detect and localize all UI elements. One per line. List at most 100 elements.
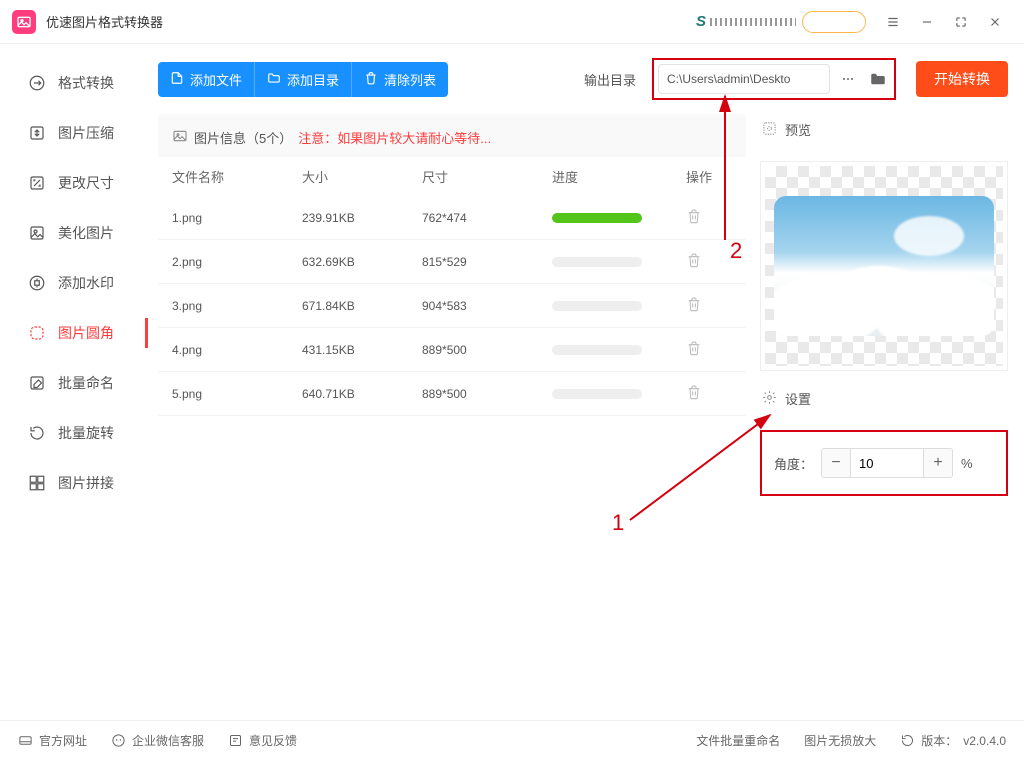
round-corner-icon: [28, 324, 46, 342]
cell-name: 2.png: [172, 255, 302, 269]
browse-folder-button[interactable]: [866, 67, 890, 91]
output-path-input[interactable]: [658, 64, 830, 94]
sidebar-item-beautify[interactable]: 美化图片: [0, 208, 148, 258]
cell-op: [682, 252, 732, 271]
col-dim: 尺寸: [422, 167, 552, 186]
close-button[interactable]: [978, 5, 1012, 39]
toolbar: 添加文件 添加目录 清除列表 输出目录 开始转换: [158, 58, 1008, 100]
angle-increment[interactable]: +: [924, 449, 952, 477]
sidebar-item-watermark[interactable]: 添加水印: [0, 258, 148, 308]
sidebar-label: 图片圆角: [58, 323, 114, 343]
col-name: 文件名称: [172, 167, 302, 186]
angle-input[interactable]: [850, 449, 924, 477]
sidebar-item-resize[interactable]: 更改尺寸: [0, 158, 148, 208]
image-icon: [172, 128, 188, 147]
delete-icon[interactable]: [686, 296, 702, 312]
angle-stepper: − +: [821, 448, 953, 478]
file-icon: [170, 71, 184, 88]
app-title: 优速图片格式转换器: [46, 12, 163, 31]
delete-icon[interactable]: [686, 340, 702, 356]
maximize-button[interactable]: [944, 5, 978, 39]
delete-icon[interactable]: [686, 384, 702, 400]
cell-op: [682, 208, 732, 227]
preview-box: [760, 161, 1008, 371]
add-folder-button[interactable]: 添加目录: [254, 62, 351, 97]
cell-size: 431.15KB: [302, 343, 422, 357]
wechat-icon: [111, 733, 126, 748]
sidebar-label: 图片压缩: [58, 123, 114, 143]
cell-size: 671.84KB: [302, 299, 422, 313]
cell-dim: 815*529: [422, 255, 552, 269]
sidebar-item-convert[interactable]: 格式转换: [0, 58, 148, 108]
col-op: 操作: [682, 167, 732, 186]
footer: 官方网址 企业微信客服 意见反馈 文件批量重命名 图片无损放大 版本：v2.0.…: [0, 720, 1024, 760]
add-file-button[interactable]: 添加文件: [158, 62, 254, 97]
convert-icon: [28, 74, 46, 92]
folder-icon: [267, 71, 281, 88]
cell-prog: [552, 301, 682, 311]
account-pill[interactable]: [802, 11, 866, 33]
preview-title: 预览: [760, 114, 1008, 149]
cell-dim: 889*500: [422, 387, 552, 401]
table-row: 4.png431.15KB889*500: [158, 328, 746, 372]
sidebar-label: 图片拼接: [58, 473, 114, 493]
sidebar-label: 批量命名: [58, 373, 114, 393]
titlebar: 优速图片格式转换器 S: [0, 0, 1024, 44]
globe-icon: [18, 733, 33, 748]
sidebar-item-compress[interactable]: 图片压缩: [0, 108, 148, 158]
footer-lossless[interactable]: 图片无损放大: [804, 732, 876, 749]
cell-dim: 762*474: [422, 211, 552, 225]
cell-dim: 904*583: [422, 299, 552, 313]
footer-wechat[interactable]: 企业微信客服: [111, 732, 204, 749]
cell-size: 632.69KB: [302, 255, 422, 269]
cell-prog: [552, 213, 682, 223]
sidebar: 格式转换 图片压缩 更改尺寸 美化图片 添加水印 图片圆角 批量命名 批量旋转: [0, 44, 148, 720]
footer-official[interactable]: 官方网址: [18, 732, 87, 749]
gear-icon: [762, 390, 777, 408]
feedback-icon: [228, 733, 243, 748]
cell-size: 640.71KB: [302, 387, 422, 401]
table-row: 1.png239.91KB762*474: [158, 196, 746, 240]
cell-name: 1.png: [172, 211, 302, 225]
cell-prog: [552, 345, 682, 355]
output-highlight-box: [652, 58, 896, 100]
cell-op: [682, 296, 732, 315]
delete-icon[interactable]: [686, 208, 702, 224]
table-header: 文件名称 大小 尺寸 进度 操作: [158, 157, 746, 196]
settings-title: 设置: [760, 383, 1008, 418]
menu-button[interactable]: [876, 5, 910, 39]
app-logo: [12, 10, 36, 34]
angle-unit: %: [961, 456, 973, 471]
beautify-icon: [28, 224, 46, 242]
resize-icon: [28, 174, 46, 192]
clear-list-button[interactable]: 清除列表: [351, 62, 448, 97]
watermark-icon: [28, 274, 46, 292]
files-panel: 图片信息（5个） 注意：如果图片较大请耐心等待... 文件名称 大小 尺寸 进度…: [158, 114, 746, 720]
table-row: 3.png671.84KB904*583: [158, 284, 746, 328]
rename-icon: [28, 374, 46, 392]
footer-batch-rename[interactable]: 文件批量重命名: [696, 732, 780, 749]
sidebar-item-rotate[interactable]: 批量旋转: [0, 408, 148, 458]
trash-icon: [364, 71, 378, 88]
angle-decrement[interactable]: −: [822, 449, 850, 477]
sidebar-item-rename[interactable]: 批量命名: [0, 358, 148, 408]
cell-op: [682, 340, 732, 359]
minimize-button[interactable]: [910, 5, 944, 39]
footer-feedback[interactable]: 意见反馈: [228, 732, 297, 749]
cell-name: 3.png: [172, 299, 302, 313]
refresh-icon: [900, 733, 915, 748]
sidebar-label: 更改尺寸: [58, 173, 114, 193]
cell-op: [682, 384, 732, 403]
col-prog: 进度: [552, 167, 682, 186]
files-info-label: 图片信息（5个）: [194, 128, 292, 147]
col-size: 大小: [302, 167, 422, 186]
sidebar-item-stitch[interactable]: 图片拼接: [0, 458, 148, 508]
footer-version[interactable]: 版本：v2.0.4.0: [900, 732, 1006, 749]
more-button[interactable]: [836, 67, 860, 91]
start-button[interactable]: 开始转换: [916, 61, 1008, 97]
stitch-icon: [28, 474, 46, 492]
cell-dim: 889*500: [422, 343, 552, 357]
sidebar-item-round-corner[interactable]: 图片圆角: [0, 308, 148, 358]
files-warning: 注意：如果图片较大请耐心等待...: [298, 128, 491, 147]
delete-icon[interactable]: [686, 252, 702, 268]
